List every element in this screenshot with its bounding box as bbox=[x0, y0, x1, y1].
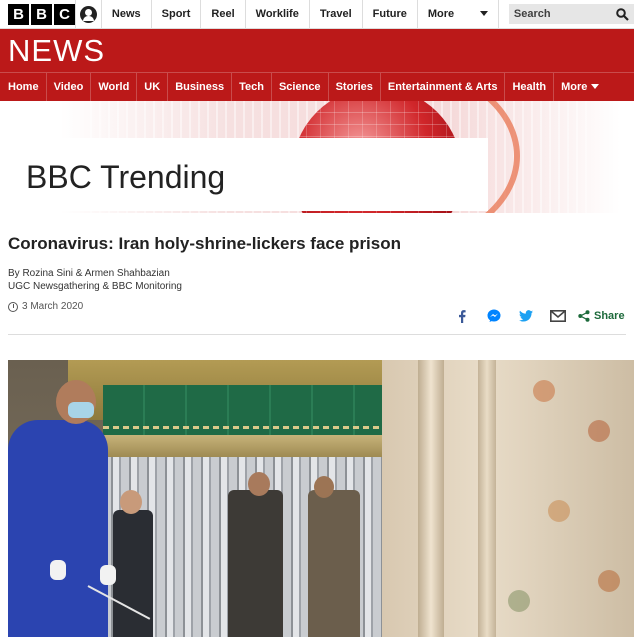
messenger-icon bbox=[487, 309, 501, 322]
news-nav-more-label: More bbox=[561, 81, 588, 93]
account-icon bbox=[79, 5, 97, 23]
search-icon bbox=[616, 7, 629, 21]
chevron-down-icon bbox=[591, 84, 600, 89]
search-placeholder: Search bbox=[513, 8, 551, 20]
news-nav-more-button[interactable]: More bbox=[554, 73, 606, 101]
article-byline: By Rozina Sini & Armen Shahbazian UGC Ne… bbox=[8, 267, 182, 293]
news-logo[interactable]: NEWS bbox=[8, 33, 105, 69]
share-button[interactable]: Share bbox=[578, 310, 625, 322]
email-share-button[interactable] bbox=[542, 307, 574, 325]
news-nav-entertainment[interactable]: Entertainment & Arts bbox=[381, 73, 506, 101]
global-nav-worklife[interactable]: Worklife bbox=[244, 0, 309, 28]
bbc-global-bar: B B C News Sport Reel Worklife Travel Fu… bbox=[0, 0, 634, 29]
divider bbox=[8, 334, 626, 335]
global-nav-reel[interactable]: Reel bbox=[200, 0, 244, 28]
bbc-logo[interactable]: B B C bbox=[0, 0, 75, 28]
news-nav: Home Video World UK Business Tech Scienc… bbox=[0, 72, 634, 101]
shrine-green-frieze bbox=[103, 385, 382, 435]
share-icon bbox=[578, 310, 590, 322]
chevron-down-icon bbox=[479, 11, 488, 16]
news-masthead: NEWS bbox=[0, 29, 634, 72]
twitter-icon bbox=[519, 310, 533, 322]
global-nav: News Sport Reel Worklife Travel Future M… bbox=[100, 0, 499, 28]
news-nav-video[interactable]: Video bbox=[47, 73, 92, 101]
messenger-share-button[interactable] bbox=[478, 307, 510, 325]
global-nav-future[interactable]: Future bbox=[361, 0, 417, 28]
global-nav-travel[interactable]: Travel bbox=[308, 0, 362, 28]
global-nav-more-label: More bbox=[427, 8, 455, 20]
account-button[interactable] bbox=[75, 0, 101, 28]
bbc-logo-letter: B bbox=[8, 3, 29, 25]
news-nav-business[interactable]: Business bbox=[168, 73, 233, 101]
search-input[interactable]: Search bbox=[508, 4, 634, 24]
news-nav-health[interactable]: Health bbox=[505, 73, 555, 101]
worker-figure bbox=[8, 420, 108, 637]
facebook-icon bbox=[459, 309, 466, 323]
share-tools: Share bbox=[446, 307, 625, 325]
article-date-text: 3 March 2020 bbox=[22, 301, 84, 312]
email-icon bbox=[550, 310, 566, 322]
twitter-share-button[interactable] bbox=[510, 307, 542, 325]
global-nav-news[interactable]: News bbox=[100, 0, 151, 28]
global-nav-sport[interactable]: Sport bbox=[150, 0, 201, 28]
news-nav-tech[interactable]: Tech bbox=[232, 73, 272, 101]
global-nav-more-button[interactable]: More bbox=[416, 0, 499, 28]
bbc-trending-banner: BBC Trending bbox=[0, 101, 634, 213]
bbc-logo-letter: C bbox=[54, 3, 75, 25]
byline-org: UGC Newsgathering & BBC Monitoring bbox=[8, 281, 182, 292]
bbc-logo-letter: B bbox=[31, 3, 52, 25]
news-nav-world[interactable]: World bbox=[91, 73, 138, 101]
news-nav-uk[interactable]: UK bbox=[137, 73, 169, 101]
article-headline: Coronavirus: Iran holy-shrine-lickers fa… bbox=[8, 234, 402, 253]
byline-authors: By Rozina Sini & Armen Shahbazian bbox=[8, 268, 170, 279]
clock-icon bbox=[8, 301, 18, 312]
news-nav-stories[interactable]: Stories bbox=[329, 73, 381, 101]
news-nav-science[interactable]: Science bbox=[272, 73, 329, 101]
share-label: Share bbox=[594, 310, 625, 322]
news-nav-home[interactable]: Home bbox=[0, 73, 47, 101]
article-hero-image bbox=[8, 360, 634, 637]
banner-title: BBC Trending bbox=[26, 159, 226, 195]
facebook-share-button[interactable] bbox=[446, 307, 478, 325]
article-date: 3 March 2020 bbox=[8, 301, 83, 312]
